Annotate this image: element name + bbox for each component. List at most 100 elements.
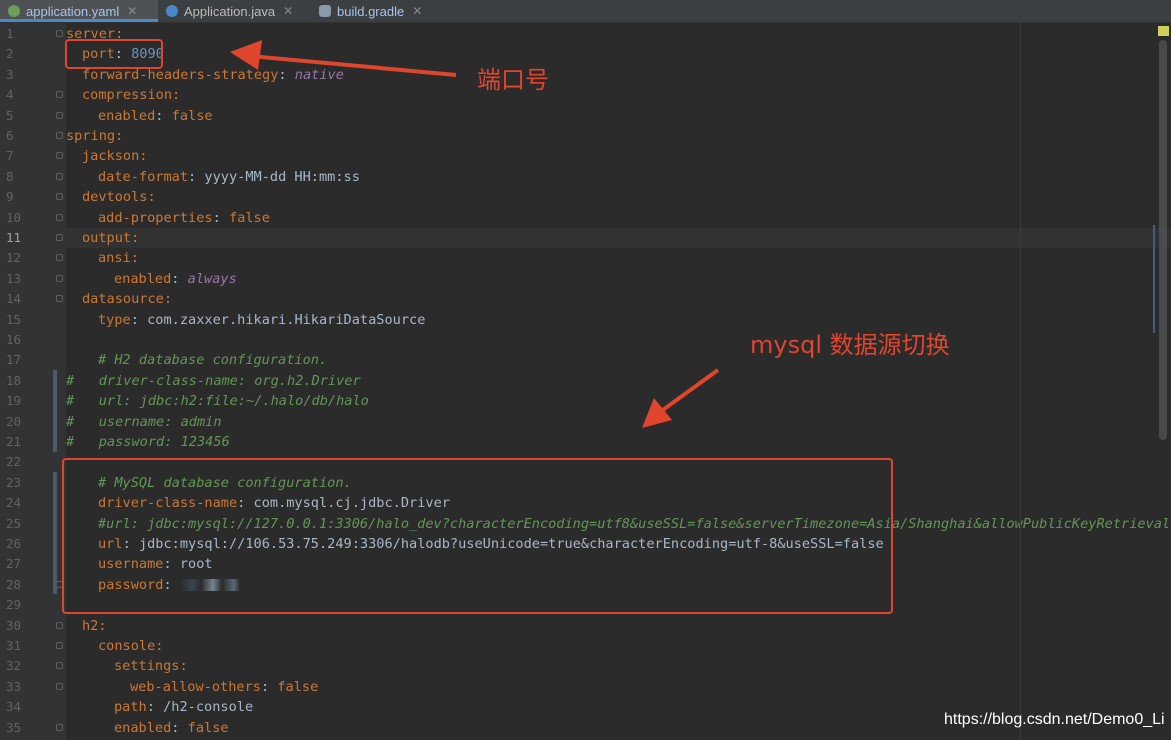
tab-label: application.yaml <box>26 3 120 19</box>
code-line-13[interactable]: enabled: always <box>114 269 237 289</box>
tab-label: build.gradle <box>337 3 405 19</box>
line-number: 2 <box>6 46 14 62</box>
line-number: 14 <box>6 291 22 307</box>
line-number: 6 <box>6 128 14 143</box>
code-line-6[interactable]: spring: <box>66 126 123 146</box>
fold-marker-icon[interactable] <box>56 152 63 160</box>
line-number: 28 <box>6 576 22 592</box>
code-line-33[interactable]: web-allow-others: false <box>130 677 318 697</box>
fold-marker-icon[interactable] <box>56 213 63 221</box>
line-number: 32 <box>6 658 22 674</box>
code-line-32[interactable]: settings: <box>114 656 188 676</box>
code-line-9[interactable]: devtools: <box>82 187 156 207</box>
port-annotation: 端口号 <box>477 66 549 94</box>
fold-marker-icon[interactable] <box>56 642 63 649</box>
line-number: 22 <box>6 454 22 470</box>
line-number: 18 <box>6 372 22 388</box>
line-number: 17 <box>6 352 22 368</box>
line-number: 19 <box>6 393 22 409</box>
tab-application-java[interactable]: Application.java ✕ <box>160 0 311 22</box>
current-line-highlight <box>66 228 1171 249</box>
code-line-11[interactable]: output: <box>82 228 139 248</box>
fold-marker-icon[interactable] <box>56 91 63 99</box>
line-number: 27 <box>6 556 22 572</box>
line-number: 30 <box>6 617 22 633</box>
line-number: 24 <box>6 495 22 511</box>
line-number: 1 <box>6 26 14 41</box>
line-number: 11 <box>6 230 22 245</box>
fold-marker-icon[interactable] <box>56 295 63 303</box>
line-number: 20 <box>6 413 22 429</box>
line-number: 35 <box>6 719 22 735</box>
fold-marker-icon[interactable] <box>56 193 63 201</box>
line-number: 9 <box>6 189 14 205</box>
code-line-19[interactable]: # url: jdbc:h2:file:~/.halo/db/halo <box>66 391 369 411</box>
fold-marker-icon[interactable] <box>56 172 63 180</box>
editor-tab-bar: application.yaml ✕ Application.java ✕ bu… <box>0 0 1171 23</box>
line-number: 29 <box>6 597 22 613</box>
fold-marker-icon[interactable] <box>56 274 63 282</box>
line-number: 25 <box>6 515 22 531</box>
gradle-elephant-icon <box>319 5 331 17</box>
line-number: 10 <box>6 209 22 225</box>
fold-marker-icon[interactable] <box>56 111 63 119</box>
line-number: 34 <box>6 699 22 715</box>
fold-marker-icon[interactable] <box>56 132 63 139</box>
tab-application-yaml[interactable]: application.yaml ✕ <box>0 0 158 22</box>
scroll-position-marker <box>1153 225 1155 333</box>
line-number: 16 <box>6 332 22 347</box>
code-line-30[interactable]: h2: <box>82 616 107 636</box>
code-line-8[interactable]: date-format: yyyy-MM-dd HH:mm:ss <box>98 167 360 187</box>
close-icon[interactable]: ✕ <box>412 4 422 18</box>
change-marker <box>53 370 57 452</box>
close-icon[interactable]: ✕ <box>283 4 293 18</box>
line-number: 33 <box>6 678 22 694</box>
fold-marker-icon[interactable] <box>56 682 63 690</box>
code-line-14[interactable]: datasource: <box>82 289 172 309</box>
fold-marker-icon[interactable] <box>56 621 63 629</box>
code-line-5[interactable]: enabled: false <box>98 106 213 126</box>
code-line-21[interactable]: # password: 123456 <box>66 432 230 452</box>
vertical-scrollbar[interactable] <box>1159 40 1167 440</box>
line-number: 21 <box>6 434 22 449</box>
code-line-15[interactable]: type: com.zaxxer.hikari.HikariDataSource <box>98 310 425 330</box>
inspection-status-icon[interactable] <box>1158 26 1169 36</box>
line-number: 23 <box>6 474 22 490</box>
line-number: 15 <box>6 311 22 327</box>
datasource-highlight-box <box>62 458 893 614</box>
line-number: 3 <box>6 66 14 82</box>
close-icon[interactable]: ✕ <box>127 4 137 18</box>
code-line-34[interactable]: path: /h2-console <box>114 697 253 717</box>
tab-build-gradle[interactable]: build.gradle ✕ <box>315 0 444 22</box>
fold-marker-icon[interactable] <box>56 234 63 241</box>
code-editor[interactable]: server: port: 8090 forward-headers-strat… <box>66 22 1171 740</box>
code-line-7[interactable]: jackson: <box>82 146 147 166</box>
watermark: https://blog.csdn.net/Demo0_Li <box>944 711 1165 728</box>
code-line-4[interactable]: compression: <box>82 85 180 105</box>
line-number: 8 <box>6 168 14 184</box>
code-line-35[interactable]: enabled: false <box>114 718 229 738</box>
line-number: 5 <box>6 107 14 123</box>
port-highlight-box <box>65 39 163 69</box>
change-marker <box>53 472 57 594</box>
line-number: 31 <box>6 638 22 653</box>
line-number: 13 <box>6 270 22 286</box>
code-line-20[interactable]: # username: admin <box>66 412 222 432</box>
fold-marker-icon[interactable] <box>56 662 63 670</box>
line-number: 4 <box>6 87 14 103</box>
code-line-18[interactable]: # driver-class-name: org.h2.Driver <box>66 371 361 391</box>
line-number: 26 <box>6 536 22 551</box>
code-line-12[interactable]: ansi: <box>98 248 139 268</box>
fold-marker-icon[interactable] <box>56 30 63 37</box>
datasource-annotation: mysql 数据源切换 <box>750 331 950 359</box>
code-line-10[interactable]: add-properties: false <box>98 208 270 228</box>
java-class-icon <box>166 5 178 17</box>
tab-label: Application.java <box>184 3 276 19</box>
fold-marker-icon[interactable] <box>56 723 63 731</box>
code-line-17[interactable]: # H2 database configuration. <box>98 350 327 370</box>
right-margin-guide <box>1020 22 1021 740</box>
fold-marker-icon[interactable] <box>56 254 63 262</box>
line-number: 12 <box>6 250 22 266</box>
line-number: 7 <box>6 148 14 164</box>
code-line-31[interactable]: console: <box>98 636 163 656</box>
